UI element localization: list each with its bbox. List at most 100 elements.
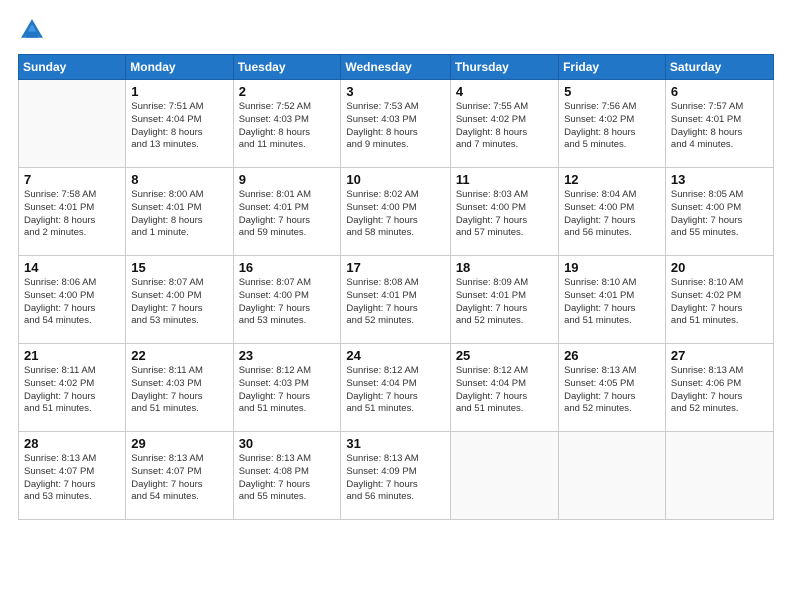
col-header-wednesday: Wednesday (341, 55, 450, 80)
day-number: 31 (346, 436, 444, 451)
calendar-cell: 7Sunrise: 7:58 AMSunset: 4:01 PMDaylight… (19, 168, 126, 256)
calendar-cell: 12 Sunrise: 8:04 AMSunset: 4:00 PMDayligh… (559, 168, 666, 256)
day-info: Sunrise: 8:07 AMSunset: 4:00 PMDaylight:… (239, 277, 336, 328)
calendar-cell: 4 Sunrise: 7:55 AMSunset: 4:02 PMDaylight… (450, 80, 558, 168)
day-number: 23 (239, 348, 336, 363)
day-info: Sunrise: 8:12 AMSunset: 4:03 PMDaylight:… (239, 365, 336, 416)
day-number: 16 (239, 260, 336, 275)
calendar-cell: 23 Sunrise: 8:12 AMSunset: 4:03 PMDayligh… (233, 344, 341, 432)
calendar-cell: 22 Sunrise: 8:11 AMSunset: 4:03 PMDayligh… (126, 344, 233, 432)
day-number: 14 (24, 260, 120, 275)
day-info: Sunrise: 8:07 AMSunset: 4:00 PMDaylight:… (131, 277, 227, 328)
calendar-cell: 24 Sunrise: 8:12 AMSunset: 4:04 PMDayligh… (341, 344, 450, 432)
day-number: 8 (131, 172, 227, 187)
day-info: Sunrise: 8:08 AMSunset: 4:01 PMDaylight:… (346, 277, 444, 328)
calendar-cell: 19 Sunrise: 8:10 AMSunset: 4:01 PMDayligh… (559, 256, 666, 344)
day-info: Sunrise: 8:04 AMSunset: 4:00 PMDaylight:… (564, 189, 660, 240)
day-number: 30 (239, 436, 336, 451)
day-info: Sunrise: 7:56 AMSunset: 4:02 PMDaylight:… (564, 101, 660, 152)
calendar-cell: 5 Sunrise: 7:56 AMSunset: 4:02 PMDaylight… (559, 80, 666, 168)
day-info: Sunrise: 8:13 AMSunset: 4:08 PMDaylight:… (239, 453, 336, 504)
calendar-cell: 29Sunrise: 8:13 AMSunset: 4:07 PMDayligh… (126, 432, 233, 520)
week-row-3: 21 Sunrise: 8:11 AMSunset: 4:02 PMDayligh… (19, 344, 774, 432)
day-number: 28 (24, 436, 120, 451)
logo-icon (18, 16, 46, 44)
calendar-header-row: SundayMondayTuesdayWednesdayThursdayFrid… (19, 55, 774, 80)
day-number: 3 (346, 84, 444, 99)
day-info: Sunrise: 8:05 AMSunset: 4:00 PMDaylight:… (671, 189, 768, 240)
week-row-2: 14Sunrise: 8:06 AMSunset: 4:00 PMDayligh… (19, 256, 774, 344)
day-info: Sunrise: 8:03 AMSunset: 4:00 PMDaylight:… (456, 189, 553, 240)
day-info: Sunrise: 8:13 AMSunset: 4:09 PMDaylight:… (346, 453, 444, 504)
week-row-4: 28 Sunrise: 8:13 AMSunset: 4:07 PMDayligh… (19, 432, 774, 520)
day-number: 13 (671, 172, 768, 187)
day-info: Sunrise: 8:10 AMSunset: 4:01 PMDaylight:… (564, 277, 660, 328)
day-number: 25 (456, 348, 553, 363)
calendar-cell: 21 Sunrise: 8:11 AMSunset: 4:02 PMDayligh… (19, 344, 126, 432)
day-number: 4 (456, 84, 553, 99)
calendar-cell: 6Sunrise: 7:57 AMSunset: 4:01 PMDaylight… (665, 80, 773, 168)
day-number: 24 (346, 348, 444, 363)
day-info: Sunrise: 7:52 AMSunset: 4:03 PMDaylight:… (239, 101, 336, 152)
day-number: 22 (131, 348, 227, 363)
calendar-cell (450, 432, 558, 520)
day-info: Sunrise: 8:13 AMSunset: 4:06 PMDaylight:… (671, 365, 768, 416)
calendar-cell: 26 Sunrise: 8:13 AMSunset: 4:05 PMDayligh… (559, 344, 666, 432)
day-info: Sunrise: 8:11 AMSunset: 4:03 PMDaylight:… (131, 365, 227, 416)
day-number: 18 (456, 260, 553, 275)
day-number: 19 (564, 260, 660, 275)
day-number: 9 (239, 172, 336, 187)
logo (18, 16, 52, 44)
calendar-cell (665, 432, 773, 520)
calendar-cell: 30 Sunrise: 8:13 AMSunset: 4:08 PMDayligh… (233, 432, 341, 520)
day-number: 15 (131, 260, 227, 275)
calendar-table: SundayMondayTuesdayWednesdayThursdayFrid… (18, 54, 774, 520)
day-info: Sunrise: 8:09 AMSunset: 4:01 PMDaylight:… (456, 277, 553, 328)
day-info: Sunrise: 7:57 AMSunset: 4:01 PMDaylight:… (671, 101, 768, 152)
calendar-cell: 31 Sunrise: 8:13 AMSunset: 4:09 PMDayligh… (341, 432, 450, 520)
day-info: Sunrise: 8:12 AMSunset: 4:04 PMDaylight:… (456, 365, 553, 416)
day-info: Sunrise: 8:02 AMSunset: 4:00 PMDaylight:… (346, 189, 444, 240)
col-header-saturday: Saturday (665, 55, 773, 80)
day-number: 5 (564, 84, 660, 99)
col-header-sunday: Sunday (19, 55, 126, 80)
col-header-monday: Monday (126, 55, 233, 80)
calendar-cell (19, 80, 126, 168)
day-info: Sunrise: 8:11 AMSunset: 4:02 PMDaylight:… (24, 365, 120, 416)
day-info: Sunrise: 8:01 AMSunset: 4:01 PMDaylight:… (239, 189, 336, 240)
day-number: 20 (671, 260, 768, 275)
day-number: 27 (671, 348, 768, 363)
day-number: 2 (239, 84, 336, 99)
page: SundayMondayTuesdayWednesdayThursdayFrid… (0, 0, 792, 612)
calendar-cell: 15 Sunrise: 8:07 AMSunset: 4:00 PMDayligh… (126, 256, 233, 344)
calendar-cell: 1Sunrise: 7:51 AMSunset: 4:04 PMDaylight… (126, 80, 233, 168)
calendar-cell: 20 Sunrise: 8:10 AMSunset: 4:02 PMDayligh… (665, 256, 773, 344)
day-info: Sunrise: 8:12 AMSunset: 4:04 PMDaylight:… (346, 365, 444, 416)
day-info: Sunrise: 8:13 AMSunset: 4:07 PMDaylight:… (24, 453, 120, 504)
day-number: 21 (24, 348, 120, 363)
day-info: Sunrise: 7:53 AMSunset: 4:03 PMDaylight:… (346, 101, 444, 152)
calendar-cell: 9 Sunrise: 8:01 AMSunset: 4:01 PMDaylight… (233, 168, 341, 256)
calendar-cell: 18 Sunrise: 8:09 AMSunset: 4:01 PMDayligh… (450, 256, 558, 344)
calendar-cell: 3 Sunrise: 7:53 AMSunset: 4:03 PMDaylight… (341, 80, 450, 168)
col-header-tuesday: Tuesday (233, 55, 341, 80)
calendar-cell: 2 Sunrise: 7:52 AMSunset: 4:03 PMDaylight… (233, 80, 341, 168)
calendar-cell (559, 432, 666, 520)
week-row-1: 7Sunrise: 7:58 AMSunset: 4:01 PMDaylight… (19, 168, 774, 256)
calendar-cell: 14Sunrise: 8:06 AMSunset: 4:00 PMDayligh… (19, 256, 126, 344)
day-info: Sunrise: 8:10 AMSunset: 4:02 PMDaylight:… (671, 277, 768, 328)
day-number: 12 (564, 172, 660, 187)
calendar-cell: 25 Sunrise: 8:12 AMSunset: 4:04 PMDayligh… (450, 344, 558, 432)
day-info: Sunrise: 8:13 AMSunset: 4:05 PMDaylight:… (564, 365, 660, 416)
calendar-cell: 28 Sunrise: 8:13 AMSunset: 4:07 PMDayligh… (19, 432, 126, 520)
day-number: 10 (346, 172, 444, 187)
calendar-cell: 16 Sunrise: 8:07 AMSunset: 4:00 PMDayligh… (233, 256, 341, 344)
calendar-cell: 11 Sunrise: 8:03 AMSunset: 4:00 PMDayligh… (450, 168, 558, 256)
day-number: 1 (131, 84, 227, 99)
day-number: 29 (131, 436, 227, 451)
day-number: 17 (346, 260, 444, 275)
day-info: Sunrise: 7:55 AMSunset: 4:02 PMDaylight:… (456, 101, 553, 152)
day-number: 26 (564, 348, 660, 363)
col-header-thursday: Thursday (450, 55, 558, 80)
day-number: 11 (456, 172, 553, 187)
